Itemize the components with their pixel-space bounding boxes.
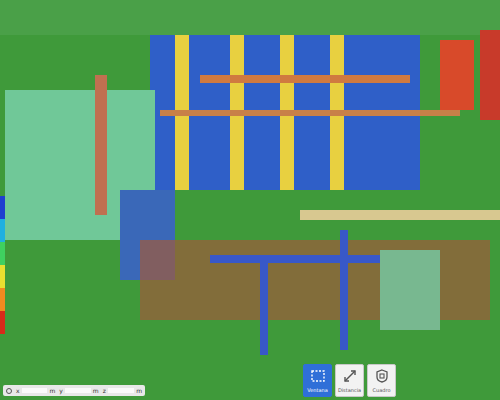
color-scale-step [0, 265, 5, 288]
color-scale-step [0, 196, 5, 219]
tool-button[interactable]: Distancia [335, 364, 364, 397]
coordinate-field: xm [16, 387, 55, 394]
tool-label: Cuadro [373, 387, 391, 394]
tool-label: Ventana [307, 387, 328, 394]
coordinate-bar: xmymzm [3, 385, 145, 396]
coordinate-unit: m [136, 387, 142, 394]
color-scale-step [0, 288, 5, 311]
coordinate-unit: m [93, 387, 99, 394]
selection-window-icon [310, 368, 326, 384]
point-cloud-view[interactable] [0, 0, 500, 400]
coordinate-field: ym [59, 387, 98, 394]
coordinate-axis: y [59, 387, 63, 394]
box-shield-icon [374, 368, 390, 384]
coordinate-field: zm [103, 387, 142, 394]
color-scale-step [0, 311, 5, 334]
measure-toolbar: Ventana Distancia Cuadro [303, 364, 396, 397]
coordinate-value [108, 388, 134, 393]
color-scale-step [0, 219, 5, 242]
coordinate-axis: x [16, 387, 20, 394]
coordinate-value [65, 388, 91, 393]
tool-label: Distancia [338, 387, 361, 394]
coordinate-unit: m [49, 387, 55, 394]
target-icon [6, 388, 12, 394]
tool-button[interactable]: Cuadro [367, 364, 396, 397]
color-scale [0, 196, 5, 334]
scan-scene [0, 0, 500, 400]
coordinate-value [22, 388, 48, 393]
coordinate-axis: z [103, 387, 106, 394]
tool-button[interactable]: Ventana [303, 364, 332, 397]
point-cloud-viewer: xmymzmVentanaDistanciaCuadro [0, 0, 500, 400]
color-scale-step [0, 242, 5, 265]
distance-arrow-icon [342, 368, 358, 384]
